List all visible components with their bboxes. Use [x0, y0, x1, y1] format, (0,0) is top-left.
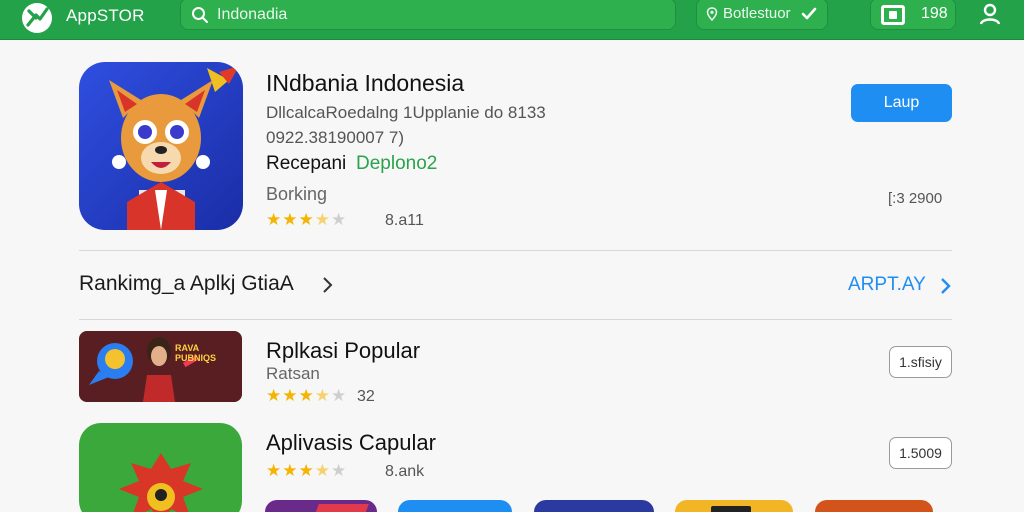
list-item-rating-count: 32	[357, 388, 375, 405]
featured-app-icon[interactable]	[79, 62, 243, 230]
location-label: Botlestuor	[723, 5, 791, 22]
star-icon: ★	[266, 210, 282, 229]
chevron-right-icon[interactable]	[940, 277, 952, 295]
install-button[interactable]: 1.5009	[889, 437, 952, 469]
badge-count: 198	[921, 5, 948, 22]
star-icon: ★	[331, 210, 347, 229]
app-thumbnail[interactable]: RAVA PUBNIQS	[79, 331, 242, 402]
app-thumbnail[interactable]	[815, 500, 933, 512]
star-icon: ★	[314, 461, 330, 480]
featured-rating-count: 8.a11	[385, 212, 424, 229]
location-icon	[706, 7, 718, 21]
media-counter[interactable]: 198	[870, 0, 956, 30]
section-title[interactable]: Rankimg_a Aplkj GtiaA	[79, 272, 294, 296]
star-icon: ★	[331, 461, 347, 480]
list-item-rating-stars: ★ ★ ★ ★ ★	[266, 387, 346, 405]
star-icon: ★	[266, 386, 282, 405]
star-icon: ★	[282, 461, 298, 480]
tv-icon	[881, 5, 905, 25]
featured-app-title[interactable]: INdbania Indonesia	[266, 70, 464, 97]
star-icon: ★	[298, 461, 314, 480]
star-icon: ★	[314, 210, 330, 229]
get-button[interactable]: Laup	[851, 84, 952, 122]
list-item-rating-stars: ★ ★ ★ ★ ★	[266, 462, 346, 480]
app-icon[interactable]	[79, 423, 242, 512]
star-icon: ★	[298, 386, 314, 405]
featured-rating-stars: ★ ★ ★ ★ ★	[266, 211, 346, 229]
app-thumbnail[interactable]	[675, 500, 793, 512]
featured-app-size: [:3 2900	[888, 190, 943, 207]
app-thumbnail[interactable]	[398, 500, 512, 512]
app-thumbnail[interactable]	[265, 500, 377, 512]
install-button[interactable]: 1.sfisiy	[889, 346, 952, 378]
list-item-title[interactable]: Rplkasi Popular	[266, 338, 420, 364]
logo-icon[interactable]	[22, 3, 52, 33]
featured-app-description: DllcalcaRoedalng 1Upplanie do 8133	[266, 103, 546, 122]
user-icon[interactable]	[978, 2, 1002, 26]
check-icon	[801, 7, 817, 20]
list-item-subtitle: Ratsan	[266, 364, 320, 383]
search-bar[interactable]	[180, 0, 676, 30]
divider	[79, 319, 952, 320]
see-all-link[interactable]: ARPT.AY	[848, 274, 926, 296]
search-icon	[192, 7, 208, 23]
list-item-title[interactable]: Aplivasis Capular	[266, 430, 436, 456]
divider	[79, 250, 952, 251]
app-thumbnail[interactable]	[534, 500, 654, 512]
chevron-right-icon	[323, 277, 333, 293]
developer-link[interactable]: Deplono2	[356, 153, 437, 175]
app-name: AppSTOR	[66, 6, 145, 25]
search-input[interactable]	[217, 4, 657, 26]
thumbnail-text: RAVA PUBNIQS	[175, 343, 217, 363]
star-icon: ★	[282, 210, 298, 229]
location-selector[interactable]: Botlestuor	[696, 0, 828, 30]
developer-label: Recepani	[266, 153, 347, 174]
star-icon: ★	[314, 386, 330, 405]
star-icon: ★	[331, 386, 347, 405]
star-icon: ★	[266, 461, 282, 480]
featured-app-description-2: 0922.38190007 7)	[266, 128, 405, 147]
star-icon: ★	[298, 210, 314, 229]
featured-app-category: Borking	[266, 184, 328, 204]
star-icon: ★	[282, 386, 298, 405]
top-bar: AppSTOR Botlestuor 198	[0, 0, 1024, 40]
list-item-rating-count: 8.ank	[385, 463, 425, 480]
